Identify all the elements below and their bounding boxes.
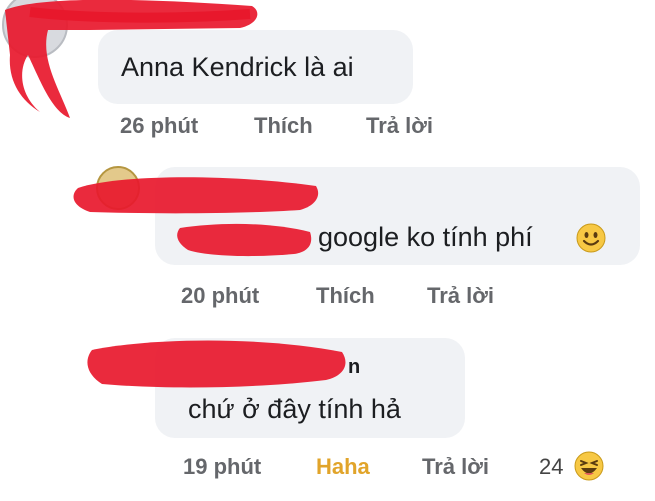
redaction-scribble: [87, 340, 346, 388]
reply-button[interactable]: Trả lời: [422, 454, 489, 480]
commenter-name-fragment[interactable]: n: [348, 356, 360, 379]
comment-timestamp[interactable]: 19 phút: [183, 454, 261, 480]
reaction-count[interactable]: 24: [539, 454, 563, 480]
comment-text: chứ ở đây tính hả: [188, 394, 401, 424]
laughing-face-icon[interactable]: [574, 451, 604, 481]
haha-reaction-button[interactable]: Haha: [316, 454, 370, 480]
